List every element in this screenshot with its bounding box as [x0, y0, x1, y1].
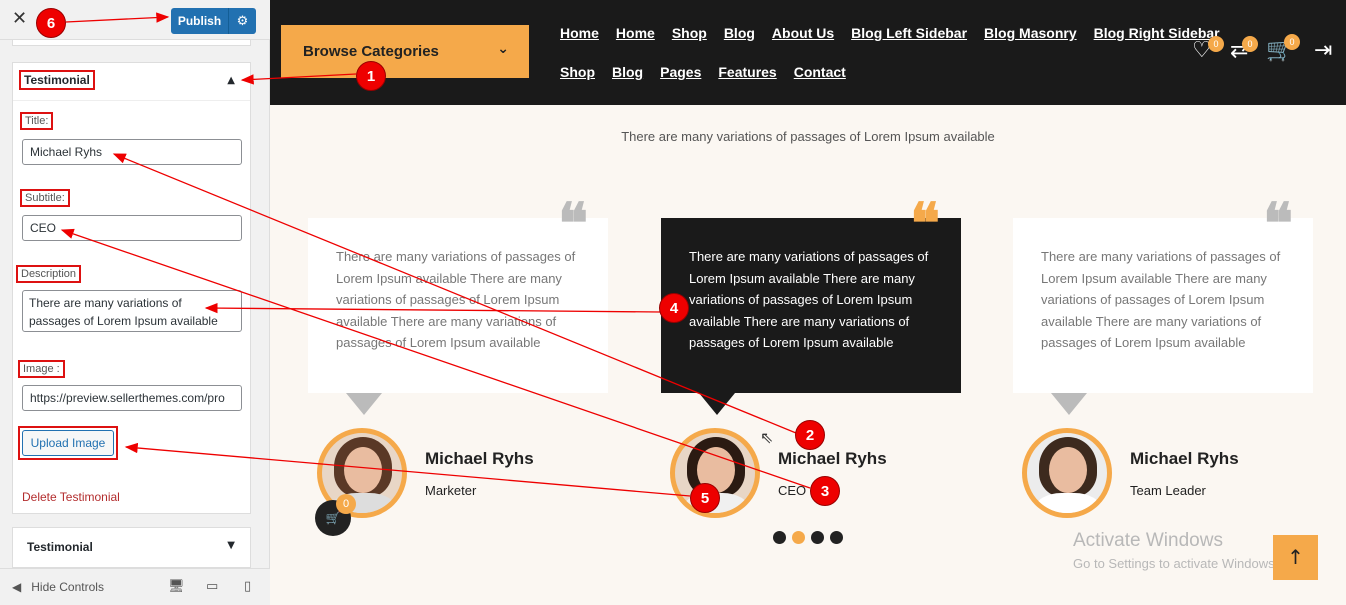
nav-blog-2[interactable]: Blog	[612, 64, 643, 80]
logout-icon[interactable]: ⇥	[1314, 38, 1332, 63]
testimonial-role-3: Team Leader	[1130, 483, 1206, 498]
quote-icon: ❝	[1263, 191, 1294, 257]
image-url-input[interactable]: https://preview.sellerthemes.com/pro	[22, 385, 242, 411]
testimonial-section-collapsed[interactable]: Testimonial ▼	[12, 527, 251, 568]
mobile-icon[interactable]: ▯	[244, 579, 251, 594]
close-icon[interactable]: ✕	[12, 8, 27, 29]
caret-down-icon[interactable]: ▼	[227, 540, 235, 551]
description-textarea[interactable]: There are many variations of passages of…	[22, 290, 242, 332]
windows-watermark-title: Activate Windows	[1073, 530, 1223, 551]
browse-categories-button[interactable]: Browse Categories ⌄	[281, 25, 529, 78]
quote-icon: ❝	[558, 191, 589, 257]
annotation-marker-4: 4	[659, 293, 689, 323]
publish-label[interactable]: Publish	[171, 8, 229, 34]
subtitle-label: Subtitle:	[20, 189, 70, 207]
testimonial-role-2: CEO	[778, 483, 807, 498]
testimonial-accordion-header-2[interactable]: Testimonial ▼	[13, 528, 250, 566]
carousel-dot[interactable]	[811, 531, 824, 544]
nav-blog[interactable]: Blog	[724, 25, 755, 41]
nav-shop-2[interactable]: Shop	[560, 64, 595, 80]
testimonial-name-2: Michael Ryhs	[778, 449, 887, 468]
testimonial-name-1: Michael Ryhs	[425, 449, 534, 468]
hide-controls-label: Hide Controls	[31, 580, 104, 594]
carousel-dots	[773, 531, 849, 547]
annotation-marker-3: 3	[810, 476, 840, 506]
nav-home[interactable]: Home	[560, 25, 599, 41]
testimonial-accordion-header[interactable]: Testimonial ▲	[13, 63, 250, 101]
wishlist-badge: 0	[1208, 36, 1224, 52]
testimonial-role-1: Marketer	[425, 483, 477, 498]
testimonial-name-3: Michael Ryhs	[1130, 449, 1239, 468]
nav-features[interactable]: Features	[718, 64, 776, 80]
section-title-2: Testimonial	[27, 540, 93, 554]
site-preview: Browse Categories ⌄ Home Home Shop Blog Abou…	[270, 0, 1346, 605]
customizer-panel: ✕ Publish ⚙ Testimonial ▲ Title: Michael…	[0, 0, 270, 605]
cart-badge: 0	[1284, 34, 1300, 50]
nav-row-1: Home Home Shop Blog About Us Blog Left Sideba…	[560, 25, 1237, 41]
image-label: Image :	[18, 360, 65, 378]
caret-up-icon[interactable]: ▲	[227, 75, 235, 86]
gear-icon[interactable]: ⚙	[229, 14, 256, 29]
chevron-down-icon: ⌄	[497, 41, 509, 57]
subtitle-input[interactable]: CEO	[22, 215, 242, 241]
annotation-marker-1: 1	[356, 61, 386, 91]
hide-controls-button[interactable]: ◀ Hide Controls	[12, 580, 104, 594]
carousel-dot[interactable]	[830, 531, 843, 544]
annotation-marker-2: 2	[795, 420, 825, 450]
card-pointer	[346, 393, 382, 415]
browse-label: Browse Categories	[303, 43, 439, 60]
publish-button[interactable]: Publish ⚙	[171, 8, 256, 34]
description-label: Description	[16, 265, 82, 283]
nav-shop[interactable]: Shop	[672, 25, 707, 41]
title-label: Title:	[20, 112, 54, 130]
tablet-icon[interactable]: ▭	[206, 579, 218, 594]
annotation-marker-5: 5	[690, 483, 720, 513]
nav-about[interactable]: About Us	[772, 25, 834, 41]
card-pointer	[699, 393, 735, 415]
nav-pages[interactable]: Pages	[660, 64, 701, 80]
carousel-dot[interactable]	[773, 531, 786, 544]
annotation-marker-6: 6	[36, 8, 66, 38]
compare-badge: 0	[1242, 36, 1258, 52]
customizer-footer: ◀ Hide Controls 🖥 ▭ ▯	[0, 568, 270, 605]
desktop-icon[interactable]: 🖥	[168, 579, 185, 594]
scroll-top-button[interactable]: ↑	[1273, 535, 1318, 580]
nav-home-2[interactable]: Home	[616, 25, 655, 41]
site-header: Browse Categories ⌄ Home Home Shop Blog Abou…	[270, 0, 1346, 105]
section-title: Testimonial	[19, 70, 95, 90]
floating-cart-badge: 0	[336, 494, 356, 514]
delete-testimonial-link[interactable]: Delete Testimonial	[22, 490, 120, 504]
nav-blog-masonry[interactable]: Blog Masonry	[984, 25, 1077, 41]
section-subtitle: There are many variations of passages of…	[621, 129, 995, 144]
card-pointer	[1051, 393, 1087, 415]
nav-blog-left[interactable]: Blog Left Sidebar	[851, 25, 967, 41]
collapse-icon: ◀	[12, 580, 22, 594]
title-input[interactable]: Michael Ryhs	[22, 139, 242, 165]
nav-row-2: Shop Blog Pages Features Contact	[560, 64, 863, 80]
avatar	[1022, 428, 1112, 518]
carousel-dot-active[interactable]	[792, 531, 805, 544]
prev-section-edge	[12, 40, 251, 46]
quote-icon: ❝	[910, 191, 941, 257]
nav-contact[interactable]: Contact	[794, 64, 846, 80]
windows-watermark-sub: Go to Settings to activate Windows.	[1073, 556, 1279, 571]
upload-image-button[interactable]: Upload Image	[22, 430, 114, 456]
mouse-cursor-icon: ⇖	[760, 428, 774, 447]
